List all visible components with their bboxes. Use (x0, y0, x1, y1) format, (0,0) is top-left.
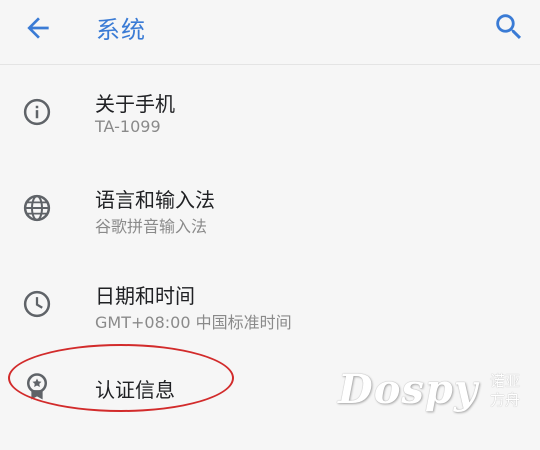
dospy-watermark: Dospy 诺亚 方舟 (338, 366, 534, 420)
watermark-side-top: 诺亚 (490, 372, 521, 390)
item-title: 语言和输入法 (95, 188, 215, 212)
globe-icon (23, 194, 51, 222)
page-title: 系统 (96, 16, 146, 44)
app-bar: 系统 (0, 0, 540, 65)
watermark-side-bottom: 方舟 (490, 391, 521, 409)
search-icon[interactable] (492, 10, 526, 44)
item-subtitle: 谷歌拼音输入法 (95, 217, 208, 236)
settings-item-language-input[interactable]: 语言和输入法 谷歌拼音输入法 (0, 162, 540, 258)
item-title: 日期和时间 (95, 284, 195, 308)
info-icon (23, 98, 51, 126)
settings-item-about-phone[interactable]: 关于手机 TA-1099 (0, 66, 540, 162)
item-subtitle: GMT+08:00 中国标准时间 (95, 313, 292, 332)
watermark-text: Dospy (338, 366, 479, 413)
red-annotation-ellipse (8, 344, 234, 412)
item-subtitle: TA-1099 (95, 117, 161, 136)
item-title: 关于手机 (95, 92, 175, 116)
settings-item-date-time[interactable]: 日期和时间 GMT+08:00 中国标准时间 (0, 258, 540, 354)
arrow-back-icon[interactable] (22, 12, 54, 44)
clock-icon (23, 290, 51, 318)
watermark-side-text: 诺亚 方舟 (490, 372, 520, 410)
